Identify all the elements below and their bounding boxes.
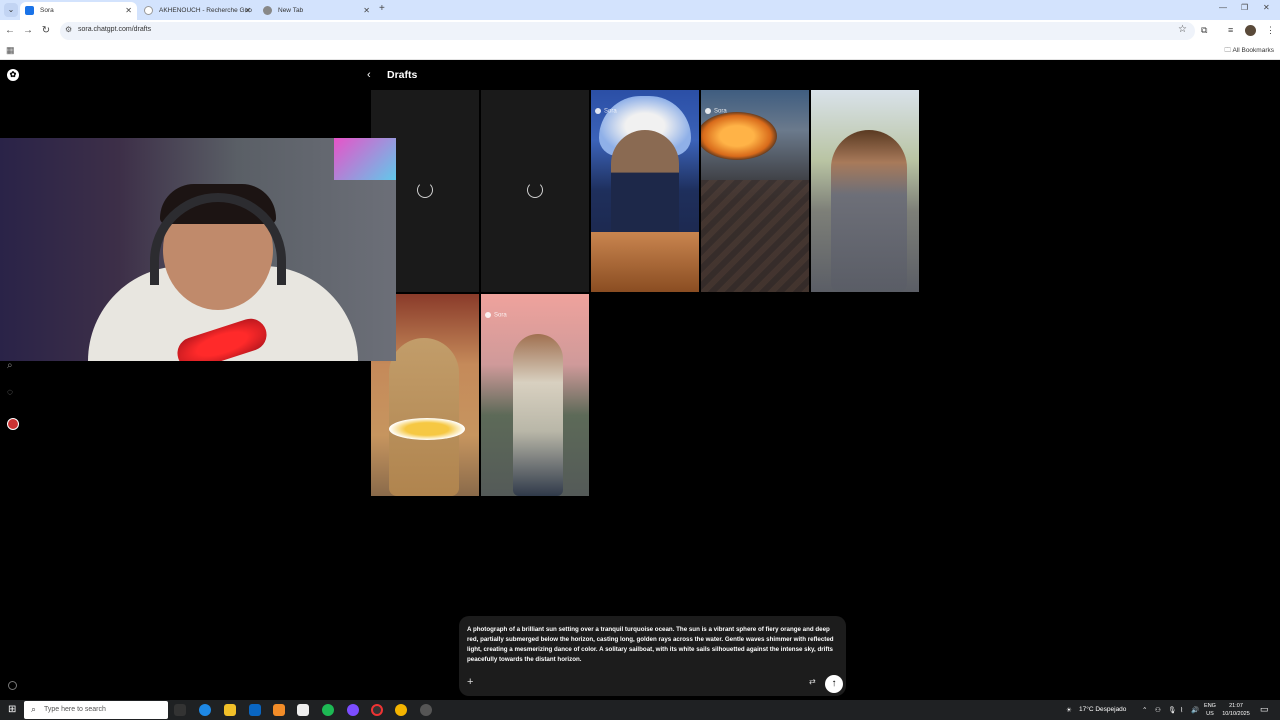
tab-title: New Tab: [278, 7, 304, 14]
chrome-icon[interactable]: [395, 704, 407, 716]
sora-page: ✿ ⌕ ◌ ‹ Drafts Sora Sora Sora A photogra…: [0, 60, 1280, 700]
neon-sign: [334, 138, 396, 180]
windows-start-icon[interactable]: ⊞: [8, 704, 16, 715]
tab-title: AKHENOUCH - Recherche Goo: [159, 7, 252, 14]
draft-tile-palm-street[interactable]: Sora: [481, 294, 589, 496]
tab-strip: ⌄ Sora ✕ AKHENOUCH - Recherche Goo ✕ New…: [0, 0, 1280, 20]
new-tab-plus-icon[interactable]: +: [379, 3, 385, 14]
sora-logo-icon[interactable]: ✿: [7, 69, 19, 81]
settings-gear-icon[interactable]: [420, 704, 432, 716]
extensions-icon[interactable]: ⧉: [1201, 25, 1207, 36]
close-window-icon[interactable]: ✕: [1263, 3, 1270, 12]
draft-tile-stadium-aerial[interactable]: Sora: [701, 90, 809, 292]
tab-new-tab[interactable]: New Tab ✕: [258, 2, 375, 20]
notification-bell-icon[interactable]: ◌: [7, 387, 13, 398]
file-explorer-icon[interactable]: [224, 704, 236, 716]
reload-icon[interactable]: ↻: [40, 25, 52, 36]
sora-watermark: Sora: [705, 108, 727, 115]
bookmark-star-icon[interactable]: ☆: [1178, 24, 1187, 35]
language-code: ENG: [1204, 703, 1216, 709]
chrome-favicon-icon: [263, 6, 272, 15]
microphone-icon[interactable]: 🎙: [1168, 706, 1176, 714]
media-icon[interactable]: ≡: [1228, 25, 1233, 35]
person-figure: [389, 338, 459, 496]
all-bookmarks[interactable]: 🗀 All Bookmarks: [1225, 46, 1275, 57]
url-text: sora.chatgpt.com/drafts: [78, 26, 152, 33]
profile-avatar[interactable]: [1245, 25, 1256, 36]
back-chevron-icon[interactable]: ‹: [367, 69, 371, 81]
person-figure: [513, 334, 563, 496]
tab-title: Sora: [40, 7, 54, 14]
tab-sora[interactable]: Sora ✕: [20, 2, 137, 20]
apps-grid-icon[interactable]: ▦: [6, 45, 15, 56]
store-icon[interactable]: [297, 704, 309, 716]
sora-watermark-text: Sora: [604, 108, 617, 115]
menu-dots-icon[interactable]: ⋮: [1266, 25, 1275, 36]
obs-icon[interactable]: [371, 704, 383, 716]
address-bar[interactable]: ⚙ sora.chatgpt.com/drafts ☆: [60, 22, 1195, 40]
outlook-icon[interactable]: [249, 704, 261, 716]
back-arrow-icon[interactable]: ←: [4, 25, 16, 36]
app-icon[interactable]: [273, 704, 285, 716]
person-figure: [831, 130, 907, 292]
add-attachment-icon[interactable]: +: [467, 676, 473, 688]
sora-watermark-text: Sora: [494, 312, 507, 319]
notification-center-icon[interactable]: ▭: [1260, 704, 1269, 715]
all-bookmarks-label: All Bookmarks: [1232, 47, 1274, 54]
app-icon[interactable]: [347, 704, 359, 716]
draft-tile-press-briefing[interactable]: Sora: [591, 90, 699, 292]
sora-watermark: Sora: [595, 108, 617, 115]
clock-date: 10/10/2025: [1222, 711, 1250, 717]
user-avatar[interactable]: [7, 418, 19, 430]
maximize-icon[interactable]: ❐: [1241, 3, 1248, 12]
plate: [389, 418, 465, 440]
clock[interactable]: 21:07 10/10/2025: [1220, 702, 1252, 718]
prompt-composer[interactable]: A photograph of a brilliant sun setting …: [459, 616, 846, 696]
webcam-overlay: [0, 138, 396, 361]
task-view-icon[interactable]: [174, 704, 186, 716]
sora-favicon-icon: [25, 6, 34, 15]
send-arrow-icon[interactable]: ↑: [825, 675, 843, 693]
clock-time: 21:07: [1229, 703, 1243, 709]
prompt-textarea[interactable]: A photograph of a brilliant sun setting …: [467, 625, 841, 665]
tab-search-icon[interactable]: ⌄: [4, 3, 18, 17]
edge-icon[interactable]: [199, 704, 211, 716]
taskbar-search-placeholder: Type here to search: [44, 706, 106, 713]
sora-watermark-text: Sora: [714, 108, 727, 115]
loading-spinner-icon: [417, 182, 433, 198]
search-icon: ⌕: [31, 704, 37, 714]
bookmarks-bar: ▦ 🗀 All Bookmarks: [0, 42, 1280, 60]
tab-google-search[interactable]: AKHENOUCH - Recherche Goo ✕: [139, 2, 256, 20]
site-info-icon[interactable]: ⚙: [65, 25, 72, 34]
stadium: [701, 112, 777, 160]
google-favicon-icon: [144, 6, 153, 15]
windows-taskbar: ⊞ ⌕ Type here to search ☀ 17°C Despejado…: [0, 700, 1280, 720]
close-icon[interactable]: ✕: [363, 2, 370, 20]
minimize-icon[interactable]: —: [1219, 3, 1227, 12]
spotify-icon[interactable]: [322, 704, 334, 716]
city-rooftops: [701, 180, 809, 292]
browser-toolbar: ← → ↻ ⚙ sora.chatgpt.com/drafts ☆ ⧉ ≡ ⋮: [0, 20, 1280, 42]
draft-tile-street-hoodie[interactable]: [811, 90, 919, 292]
settings-sliders-icon[interactable]: ⇄: [809, 677, 816, 686]
input-language[interactable]: ENG US: [1202, 702, 1218, 718]
podium: [591, 232, 699, 292]
taskbar-search[interactable]: ⌕ Type here to search: [24, 701, 168, 719]
search-icon[interactable]: ⌕: [7, 360, 13, 371]
help-icon[interactable]: [8, 681, 17, 690]
volume-icon[interactable]: 🔊: [1191, 706, 1199, 714]
weather-text[interactable]: 17°C Despejado: [1079, 706, 1126, 713]
draft-tile-loading[interactable]: [481, 90, 589, 292]
forward-arrow-icon[interactable]: →: [22, 25, 34, 36]
loading-spinner-icon: [527, 182, 543, 198]
weather-icon: ☀: [1066, 707, 1072, 714]
sora-watermark: Sora: [485, 312, 507, 319]
page-title: Drafts: [387, 69, 418, 81]
close-icon[interactable]: ✕: [125, 2, 132, 20]
network-icon[interactable]: ⚇: [1155, 706, 1161, 714]
close-icon[interactable]: ✕: [244, 2, 251, 20]
wifi-icon[interactable]: ⌇: [1180, 706, 1183, 714]
tray-chevron-icon[interactable]: ⌃: [1142, 706, 1147, 714]
region-code: US: [1206, 711, 1214, 717]
